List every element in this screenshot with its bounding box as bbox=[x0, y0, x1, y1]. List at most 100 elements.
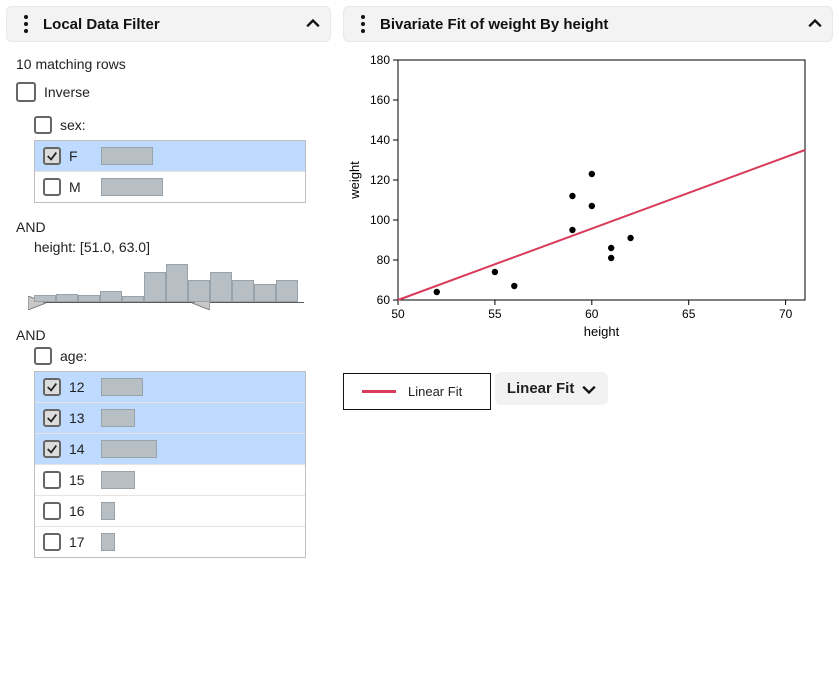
histogram-bar bbox=[188, 280, 210, 302]
histogram-bar bbox=[144, 272, 166, 302]
histogram-bar bbox=[232, 280, 254, 302]
x-tick-label: 70 bbox=[779, 307, 793, 321]
local-data-filter-title: Local Data Filter bbox=[43, 16, 298, 33]
chevron-up-icon[interactable] bbox=[306, 17, 320, 31]
and-label-2: AND bbox=[16, 327, 329, 343]
x-tick-label: 55 bbox=[488, 307, 502, 321]
age-filter-label: age: bbox=[60, 348, 87, 364]
histogram-bar bbox=[166, 264, 188, 302]
age-item-checkbox[interactable] bbox=[43, 502, 61, 520]
inverse-label: Inverse bbox=[44, 84, 90, 100]
histogram-bar bbox=[276, 280, 298, 302]
scatter-point bbox=[589, 171, 595, 177]
age-item-checkbox[interactable] bbox=[43, 533, 61, 551]
histogram-bar bbox=[78, 295, 100, 302]
age-listbox: 12 13 14 15 16 17 bbox=[34, 371, 306, 558]
chevron-up-icon[interactable] bbox=[808, 17, 822, 31]
y-tick-label: 80 bbox=[377, 253, 391, 267]
bivariate-fit-menu-icon[interactable] bbox=[354, 15, 372, 33]
histogram-bar bbox=[122, 296, 144, 302]
local-data-filter-panel: Local Data Filter 10 matching rows Inver… bbox=[6, 6, 331, 674]
age-var-checkbox[interactable] bbox=[34, 347, 52, 365]
x-tick-label: 65 bbox=[682, 307, 696, 321]
y-tick-label: 140 bbox=[370, 133, 390, 147]
x-tick-label: 60 bbox=[585, 307, 599, 321]
height-filter-label: height: [51.0, 63.0] bbox=[34, 239, 329, 255]
age-item-label: 17 bbox=[69, 534, 93, 550]
sex-listbox: FM bbox=[34, 140, 306, 203]
count-bar bbox=[101, 533, 115, 551]
sex-item-row[interactable]: M bbox=[35, 171, 305, 202]
age-item-row[interactable]: 17 bbox=[35, 526, 305, 557]
count-bar bbox=[101, 178, 163, 196]
scatter-point bbox=[569, 227, 575, 233]
age-item-row[interactable]: 14 bbox=[35, 433, 305, 464]
chevron-down-icon bbox=[582, 382, 596, 396]
sex-item-label: F bbox=[69, 148, 93, 164]
scatter-chart: 60801001201401601805055606570heightweigh… bbox=[343, 52, 833, 345]
age-item-checkbox[interactable] bbox=[43, 440, 61, 458]
age-item-row[interactable]: 16 bbox=[35, 495, 305, 526]
count-bar bbox=[101, 378, 143, 396]
count-bar bbox=[101, 147, 153, 165]
linear-fit-label: Linear Fit bbox=[507, 380, 575, 397]
sex-item-checkbox[interactable] bbox=[43, 147, 61, 165]
sex-item-checkbox[interactable] bbox=[43, 178, 61, 196]
scatter-point bbox=[492, 269, 498, 275]
age-item-checkbox[interactable] bbox=[43, 409, 61, 427]
linear-fit-toggle[interactable]: Linear Fit bbox=[495, 372, 609, 405]
age-item-checkbox[interactable] bbox=[43, 471, 61, 489]
age-item-checkbox[interactable] bbox=[43, 378, 61, 396]
age-item-label: 14 bbox=[69, 441, 93, 457]
scatter-point bbox=[511, 283, 517, 289]
histogram-bar bbox=[56, 294, 78, 302]
local-data-filter-header: Local Data Filter bbox=[6, 6, 331, 42]
count-bar bbox=[101, 409, 135, 427]
and-label-1: AND bbox=[16, 219, 329, 235]
linear-fit-line bbox=[398, 150, 805, 300]
inverse-checkbox[interactable] bbox=[16, 82, 36, 102]
y-tick-label: 100 bbox=[370, 213, 390, 227]
inverse-row: Inverse bbox=[16, 82, 329, 102]
scatter-point bbox=[589, 203, 595, 209]
sex-item-row[interactable]: F bbox=[35, 141, 305, 171]
age-item-label: 12 bbox=[69, 379, 93, 395]
age-item-label: 16 bbox=[69, 503, 93, 519]
age-filter-header: age: bbox=[34, 347, 329, 365]
age-item-row[interactable]: 15 bbox=[35, 464, 305, 495]
count-bar bbox=[101, 440, 157, 458]
y-tick-label: 160 bbox=[370, 93, 390, 107]
age-item-label: 15 bbox=[69, 472, 93, 488]
count-bar bbox=[101, 502, 115, 520]
legend-swatch-linear-fit bbox=[362, 390, 396, 393]
histogram-bar bbox=[100, 291, 122, 302]
count-bar bbox=[101, 471, 135, 489]
age-item-row[interactable]: 13 bbox=[35, 402, 305, 433]
scatter-point bbox=[627, 235, 633, 241]
histogram-bar bbox=[210, 272, 232, 302]
height-histogram[interactable] bbox=[34, 261, 304, 311]
y-tick-label: 120 bbox=[370, 173, 390, 187]
bivariate-fit-panel: Bivariate Fit of weight By height 60 80 10… bbox=[343, 6, 833, 674]
scatter-point bbox=[434, 289, 440, 295]
scatter-point bbox=[608, 245, 614, 251]
y-tick-label: 60 bbox=[377, 293, 391, 307]
age-item-label: 13 bbox=[69, 410, 93, 426]
legend-label-linear-fit: Linear Fit bbox=[408, 384, 462, 399]
sex-filter-label: sex: bbox=[60, 117, 86, 133]
histogram-bar bbox=[34, 295, 56, 302]
chart-legend: Linear Fit bbox=[343, 373, 491, 410]
scatter-point bbox=[608, 255, 614, 261]
sex-filter-header: sex: bbox=[34, 116, 329, 134]
bivariate-fit-header: Bivariate Fit of weight By height bbox=[343, 6, 833, 42]
local-data-filter-menu-icon[interactable] bbox=[17, 15, 35, 33]
sex-item-label: M bbox=[69, 179, 93, 195]
sex-var-checkbox[interactable] bbox=[34, 116, 52, 134]
y-axis-label: weight bbox=[347, 161, 362, 200]
y-tick-label: 180 bbox=[370, 53, 390, 67]
scatter-point bbox=[569, 193, 575, 199]
bivariate-fit-title: Bivariate Fit of weight By height bbox=[380, 16, 800, 33]
age-item-row[interactable]: 12 bbox=[35, 372, 305, 402]
histogram-bar bbox=[254, 284, 276, 302]
matching-rows-text: 10 matching rows bbox=[16, 56, 329, 72]
